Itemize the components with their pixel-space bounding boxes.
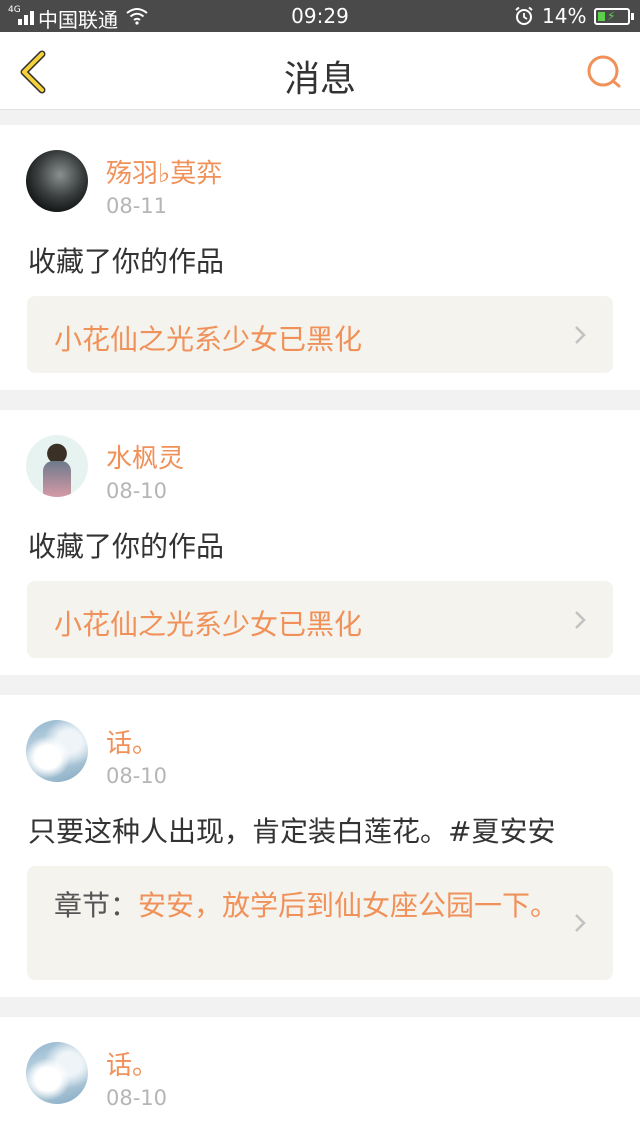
message-text: 收藏了你的作品: [28, 245, 225, 278]
sender-name[interactable]: 水枫灵: [106, 438, 184, 475]
message-card: 话。 08-10: [0, 1017, 640, 1138]
sender-name[interactable]: 殇羽♭莫弈: [106, 153, 222, 190]
work-title: 小花仙之光系少女已黑化: [54, 323, 363, 356]
message-text: 收藏了你的作品: [28, 530, 225, 563]
chapter-title: 安安，放学后到仙女座公园一下。: [138, 889, 559, 922]
page-title: 消息: [283, 59, 356, 100]
message-date: 08-11: [106, 194, 168, 218]
battery-percent: 14%: [542, 4, 587, 28]
chevron-right-icon: [575, 326, 586, 344]
chapter-text: 章节：安安，放学后到仙女座公园一下。: [54, 888, 564, 924]
work-title: 小花仙之光系少女已黑化: [54, 608, 363, 641]
chapter-prefix: 章节：: [54, 889, 139, 922]
sender-name[interactable]: 话。: [106, 723, 158, 760]
avatar[interactable]: [26, 720, 88, 782]
work-link[interactable]: 小花仙之光系少女已黑化: [27, 296, 613, 373]
alarm-icon: [515, 6, 533, 25]
message-card: 话。 08-10 只要这种人出现，肯定装白莲花。#夏安安 章节：安安，放学后到仙…: [0, 695, 640, 997]
chapter-link[interactable]: 章节：安安，放学后到仙女座公园一下。: [27, 866, 613, 980]
status-bar: 4G 中国联通 09:29 14% ⚡: [0, 0, 640, 32]
battery-icon: ⚡: [594, 8, 634, 25]
message-date: 08-10: [106, 764, 168, 788]
avatar[interactable]: [26, 435, 88, 497]
header-bar: 消息: [0, 32, 640, 110]
message-date: 08-10: [106, 1086, 168, 1110]
message-card: 水枫灵 08-10 收藏了你的作品 小花仙之光系少女已黑化: [0, 410, 640, 675]
message-card: 殇羽♭莫弈 08-11 收藏了你的作品 小花仙之光系少女已黑化: [0, 125, 640, 390]
message-date: 08-10: [106, 479, 168, 503]
sender-name[interactable]: 话。: [106, 1045, 158, 1082]
message-text: 只要这种人出现，肯定装白莲花。#夏安安: [28, 815, 556, 848]
chevron-right-icon: [575, 914, 586, 932]
work-link[interactable]: 小花仙之光系少女已黑化: [27, 581, 613, 658]
search-icon[interactable]: [584, 52, 624, 92]
avatar[interactable]: [26, 1042, 88, 1104]
chevron-right-icon: [575, 611, 586, 629]
avatar[interactable]: [26, 150, 88, 212]
